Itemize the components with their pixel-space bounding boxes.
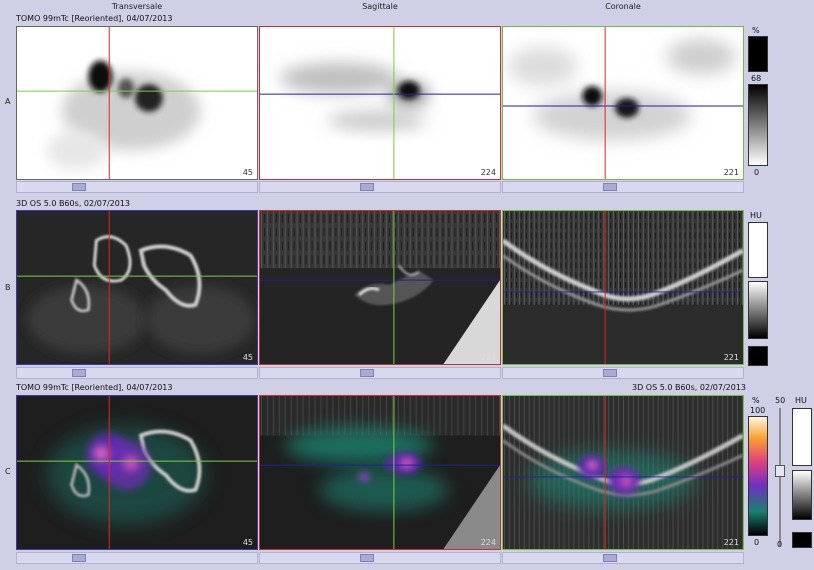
slice-number: 221 [723,538,739,547]
ct-coronal-view[interactable]: 221 [502,210,744,365]
spect-coronal-image [503,27,743,179]
fusion-transversal-image [17,396,257,549]
scroll-thumb[interactable] [360,183,374,191]
slice-number: 45 [242,538,253,547]
fusion-coronal-image [503,396,743,549]
column-header-transversale: Transversale [111,2,163,11]
scale-b-gradient[interactable] [748,281,768,339]
fusion-transversal-view[interactable]: 45 [16,395,258,550]
ct-sagittal-image [260,211,500,364]
scroll-bar-transversal-c[interactable] [16,552,258,564]
scroll-thumb[interactable] [72,554,86,562]
scroll-thumb[interactable] [603,183,617,191]
scale-c-slider-value: 50 [775,396,786,405]
slice-number: 221 [723,353,739,362]
spect-sagittal-image [260,27,500,179]
scroll-thumb[interactable] [360,554,374,562]
scale-a-gradient[interactable] [748,84,768,166]
scroll-bar-coronal-c[interactable] [502,552,744,564]
scale-c-hu-bottom [792,532,812,548]
row-b-caption: 3D OS 5.0 B60s, 02/07/2013 [16,199,131,208]
scroll-bar-transversal-a[interactable] [16,181,258,193]
scroll-bar-transversal-b[interactable] [16,367,258,379]
slice-number: 224 [480,353,496,362]
scale-a-unit: % [752,26,760,35]
scroll-bar-coronal-a[interactable] [502,181,744,193]
fusion-sagittal-image [260,396,500,549]
slice-number: 224 [480,538,496,547]
scale-a-min: 0 [754,168,760,177]
scroll-bar-sagittal-c[interactable] [259,552,501,564]
slice-number: 45 [242,353,253,362]
ct-transversal-image [17,211,257,364]
ct-transversal-view[interactable]: 45 [16,210,258,365]
scale-a-max: 68 [751,74,762,83]
scroll-bar-sagittal-b[interactable] [259,367,501,379]
slice-number: 221 [723,168,739,177]
scale-c-min: 0 [754,538,760,547]
column-header-coronale: Coronale [605,2,641,11]
ct-coronal-image [503,211,743,364]
scale-c-unit: % [752,396,760,405]
row-c-caption: TOMO 99mTc [Reoriented], 04/07/2013 [16,383,173,392]
scroll-thumb[interactable] [72,183,86,191]
spect-coronal-view[interactable]: 221 [502,26,744,180]
slice-number: 45 [242,168,253,177]
blend-slider-thumb[interactable] [775,465,785,477]
row-a-caption: TOMO 99mTc [Reoriented], 04/07/2013 [16,14,173,23]
spect-transversal-image [17,27,257,179]
spect-transversal-view[interactable]: 45 [16,26,258,180]
scale-c-hu-top [792,408,812,466]
scale-c-hu-gradient[interactable] [792,470,812,520]
scale-b-unit: HU [750,211,762,220]
scroll-thumb[interactable] [72,369,86,377]
scroll-bar-coronal-b[interactable] [502,367,744,379]
scale-b-top-swatch [748,222,768,278]
row-label-b: B [5,283,11,292]
row-label-a: A [5,97,11,106]
row-c-caption-right: 3D OS 5.0 B60s, 02/07/2013 [631,383,746,392]
column-header-sagittale: Sagittale [362,2,398,11]
scale-c-slider-min: 0 [777,540,783,549]
scale-c-max: 100 [750,406,766,415]
scroll-thumb[interactable] [603,554,617,562]
scale-c-color-gradient[interactable] [748,416,768,536]
fusion-sagittal-view[interactable]: 224 [259,395,501,550]
slice-number: 224 [480,168,496,177]
scroll-thumb[interactable] [360,369,374,377]
scale-c-unit2: HU [795,396,807,405]
fusion-coronal-view[interactable]: 221 [502,395,744,550]
blend-slider-track[interactable] [779,408,781,546]
scroll-thumb[interactable] [603,369,617,377]
scale-b-bottom-swatch [748,346,768,366]
scale-a-top-swatch [748,36,768,72]
ct-sagittal-view[interactable]: 224 [259,210,501,365]
scroll-bar-sagittal-a[interactable] [259,181,501,193]
row-label-c: C [5,467,11,476]
spect-sagittal-view[interactable]: 224 [259,26,501,180]
